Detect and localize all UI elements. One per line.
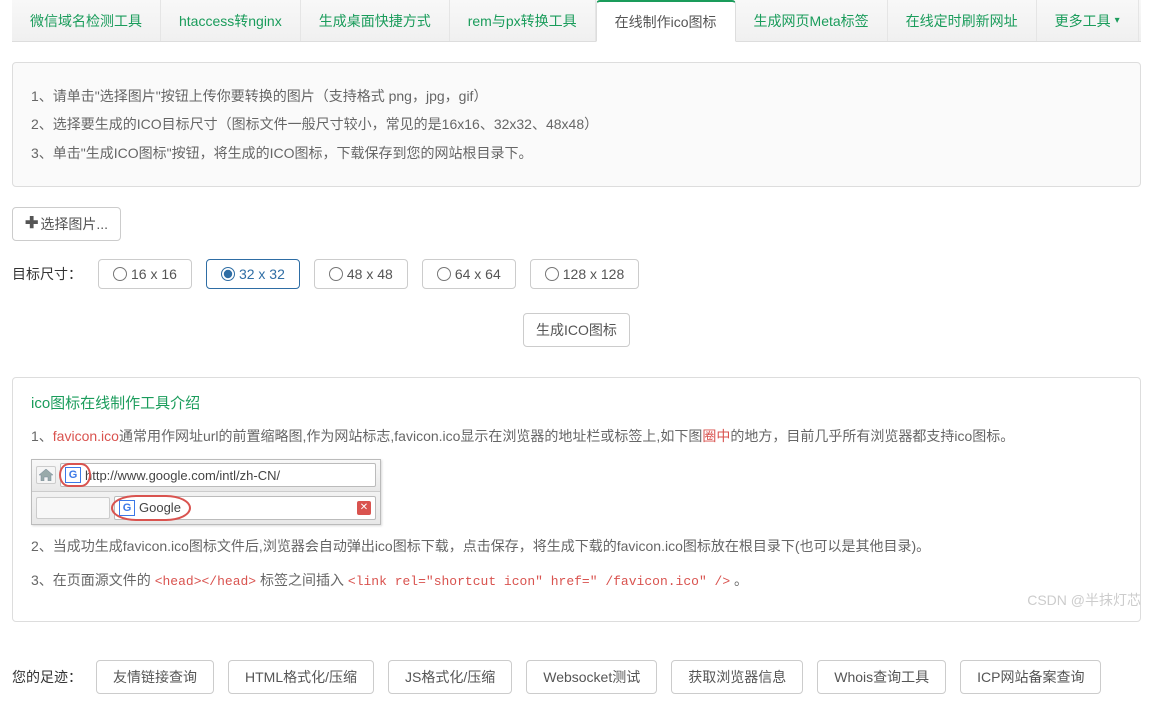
code-link-tag: <link rel="shortcut icon" href=" /favico… [348,574,730,589]
intro-line-1: 1、favicon.ico通常用作网址url的前置缩略图,作为网站标志,favi… [31,425,1122,449]
size-radio[interactable] [437,267,451,281]
instruction-1: 1、请单击"选择图片"按钮上传你要转换的图片（支持格式 png，jpg，gif） [31,85,1122,107]
size-option-128x128[interactable]: 128 x 128 [530,259,640,289]
footer-link-3[interactable]: Websocket测试 [526,660,657,694]
footer-link-6[interactable]: ICP网站备案查询 [960,660,1101,694]
size-radio[interactable] [329,267,343,281]
chevron-down-icon: ▾ [1115,15,1120,26]
demo-url-text: http://www.google.com/intl/zh-CN/ [85,468,280,483]
footer-label: 您的足迹： [12,667,82,687]
choose-image-button[interactable]: ✚ 选择图片... [12,207,121,241]
demo-tab-strip: G Google ✕ [32,492,380,524]
size-option-32x32[interactable]: 32 x 32 [206,259,300,289]
tab-5[interactable]: 生成网页Meta标签 [736,0,888,41]
favicon-icon: G [119,500,135,516]
home-icon [36,466,56,484]
instruction-3: 3、单击"生成ICO图标"按钮，将生成的ICO图标，下载保存到您的网站根目录下。 [31,142,1122,164]
intro-title: ico图标在线制作工具介绍 [31,392,1122,413]
code-head-tag: <head></head> [155,574,256,589]
demo-address-bar: G http://www.google.com/intl/zh-CN/ [32,460,380,492]
footer-history: 您的足迹： 友情链接查询 HTML格式化/压缩 JS格式化/压缩 Websocket测… [12,650,1141,724]
intro-line-3: 3、在页面源文件的 <head></head> 标签之间插入 <link rel… [31,569,1122,593]
size-option-64x64[interactable]: 64 x 64 [422,259,516,289]
choose-image-button-label: 选择图片... [40,214,108,234]
tab-0[interactable]: 微信域名检测工具 [12,0,161,41]
demo-url-field: G http://www.google.com/intl/zh-CN/ [60,463,376,487]
target-size-row: 目标尺寸： 16 x 16 32 x 32 48 x 48 64 x 64 128 x … [12,259,1141,289]
demo-tab-title: Google [139,500,181,515]
intro-line-2: 2、当成功生成favicon.ico图标文件后,浏览器会自动弹出ico图标下载，… [31,535,1122,559]
size-option-label: 48 x 48 [347,266,393,282]
tab-2[interactable]: 生成桌面快捷方式 [301,0,450,41]
tool-tabbar: 微信域名检测工具htaccess转nginx生成桌面快捷方式rem与px转换工具… [12,0,1141,42]
instruction-2: 2、选择要生成的ICO目标尺寸（图标文件一般尺寸较小，常见的是16x16、32x… [31,113,1122,135]
tab-1[interactable]: htaccess转nginx [161,0,301,41]
instructions-panel: 1、请单击"选择图片"按钮上传你要转换的图片（支持格式 png，jpg，gif）… [12,62,1141,187]
close-icon: ✕ [357,501,371,515]
size-option-label: 64 x 64 [455,266,501,282]
size-option-label: 16 x 16 [131,266,177,282]
intro-panel: ico图标在线制作工具介绍 1、favicon.ico通常用作网址url的前置缩… [12,377,1141,622]
tab-7[interactable]: 更多工具▾ [1037,0,1139,41]
tab-3[interactable]: rem与px转换工具 [450,0,596,41]
footer-link-0[interactable]: 友情链接查询 [96,660,214,694]
size-option-48x48[interactable]: 48 x 48 [314,259,408,289]
footer-link-2[interactable]: JS格式化/压缩 [388,660,512,694]
generate-ico-button[interactable]: 生成ICO图标 [523,313,630,347]
footer-link-5[interactable]: Whois查询工具 [817,660,946,694]
tab-6[interactable]: 在线定时刷新网址 [888,0,1037,41]
footer-link-1[interactable]: HTML格式化/压缩 [228,660,374,694]
tab-4[interactable]: 在线制作ico图标 [596,0,736,42]
highlight-faviconico: favicon.ico [53,428,119,444]
browser-demo-image: G http://www.google.com/intl/zh-CN/ G Go… [31,459,381,525]
plus-icon: ✚ [25,216,38,232]
target-size-label: 目标尺寸： [12,264,82,284]
size-radio[interactable] [221,267,235,281]
highlight-circled: 圈中 [702,428,730,444]
favicon-icon: G [65,467,81,483]
demo-browser-tab: G Google ✕ [114,496,376,520]
size-option-label: 128 x 128 [563,266,625,282]
size-option-16x16[interactable]: 16 x 16 [98,259,192,289]
footer-link-4[interactable]: 获取浏览器信息 [671,660,803,694]
size-radio[interactable] [545,267,559,281]
size-radio[interactable] [113,267,127,281]
demo-toolbar-spacer [36,497,110,519]
size-option-label: 32 x 32 [239,266,285,282]
